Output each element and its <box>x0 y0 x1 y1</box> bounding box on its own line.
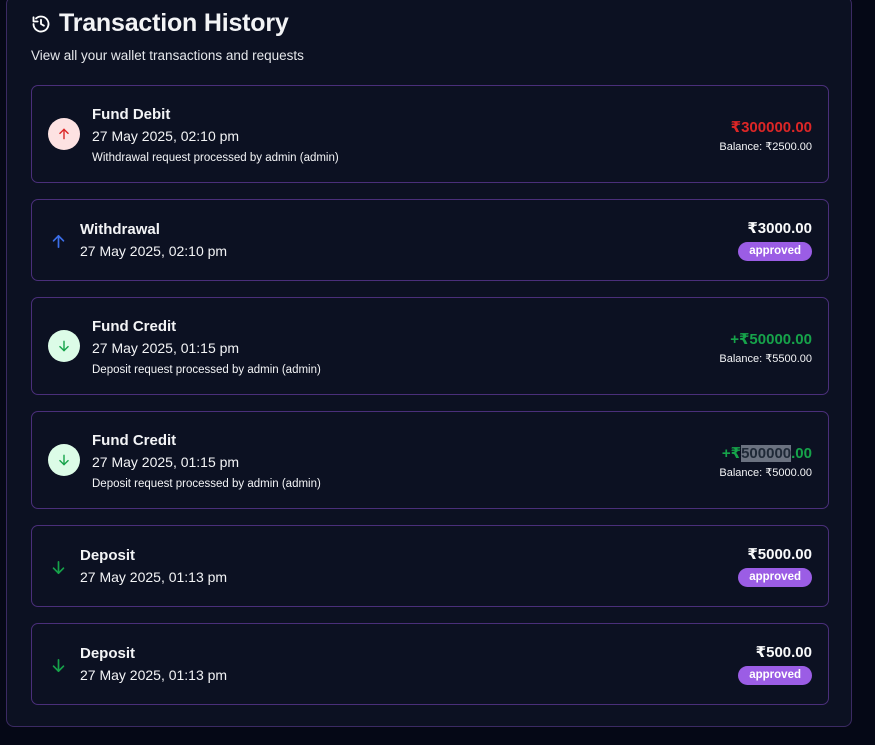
transaction-history-panel: Transaction History View all your wallet… <box>6 0 852 727</box>
transaction-date: 27 May 2025, 01:13 pm <box>80 667 228 683</box>
amount-selected-text: 500000 <box>741 445 792 462</box>
transaction-amount: +₹500000.00 <box>722 444 812 462</box>
transaction-title: Fund Debit <box>92 106 171 123</box>
transaction-card[interactable]: Fund Credit 27 May 2025, 01:15 pm Deposi… <box>31 411 829 509</box>
transaction-title: Withdrawal <box>80 221 160 238</box>
amount-suffix: .00 <box>791 445 812 462</box>
credit-arrow-down-icon <box>48 444 80 476</box>
withdrawal-arrow-up-icon <box>48 231 68 251</box>
transaction-date: 27 May 2025, 01:15 pm <box>92 340 240 356</box>
status-badge: approved <box>738 242 812 261</box>
transaction-description: Deposit request processed by admin (admi… <box>92 364 321 376</box>
page-subtitle: View all your wallet transactions and re… <box>31 48 304 63</box>
status-badge: approved <box>738 666 812 685</box>
transaction-card[interactable]: Deposit 27 May 2025, 01:13 pm ₹500.00 ap… <box>31 623 829 705</box>
transaction-amount: ₹300000.00 <box>730 119 812 136</box>
transaction-card[interactable]: Fund Debit 27 May 2025, 02:10 pm Withdra… <box>31 85 829 183</box>
header: Transaction History View all your wallet… <box>31 9 304 63</box>
status-badge: approved <box>738 568 812 587</box>
history-icon <box>32 15 50 32</box>
transaction-date: 27 May 2025, 01:15 pm <box>92 454 240 470</box>
transaction-date: 27 May 2025, 02:10 pm <box>92 128 240 144</box>
transaction-card[interactable]: Fund Credit 27 May 2025, 01:15 pm Deposi… <box>31 297 829 395</box>
transaction-title: Fund Credit <box>92 318 177 335</box>
transaction-amount: +₹50000.00 <box>730 331 812 348</box>
transaction-card[interactable]: Withdrawal 27 May 2025, 02:10 pm ₹3000.0… <box>31 199 829 281</box>
transaction-amount: ₹3000.00 <box>747 220 812 237</box>
credit-arrow-down-icon <box>48 330 80 362</box>
transaction-balance: Balance: ₹5500.00 <box>719 353 812 365</box>
transaction-date: 27 May 2025, 01:13 pm <box>80 569 228 585</box>
transaction-description: Deposit request processed by admin (admi… <box>92 478 321 490</box>
transaction-title: Deposit <box>80 645 136 662</box>
debit-arrow-up-icon <box>48 118 80 150</box>
transaction-title: Fund Credit <box>92 432 177 449</box>
deposit-arrow-down-icon <box>48 655 68 675</box>
transaction-title: Deposit <box>80 547 136 564</box>
page-title: Transaction History <box>59 9 289 37</box>
transaction-balance: Balance: ₹2500.00 <box>719 141 812 153</box>
transaction-balance: Balance: ₹5000.00 <box>719 467 812 479</box>
transaction-amount: ₹5000.00 <box>747 546 812 563</box>
deposit-arrow-down-icon <box>48 557 68 577</box>
title-row: Transaction History <box>31 9 304 38</box>
transaction-date: 27 May 2025, 02:10 pm <box>80 243 228 259</box>
transaction-card[interactable]: Deposit 27 May 2025, 01:13 pm ₹5000.00 a… <box>31 525 829 607</box>
transaction-amount: ₹500.00 <box>755 644 812 661</box>
transaction-description: Withdrawal request processed by admin (a… <box>92 152 339 164</box>
amount-prefix: +₹ <box>721 445 742 462</box>
